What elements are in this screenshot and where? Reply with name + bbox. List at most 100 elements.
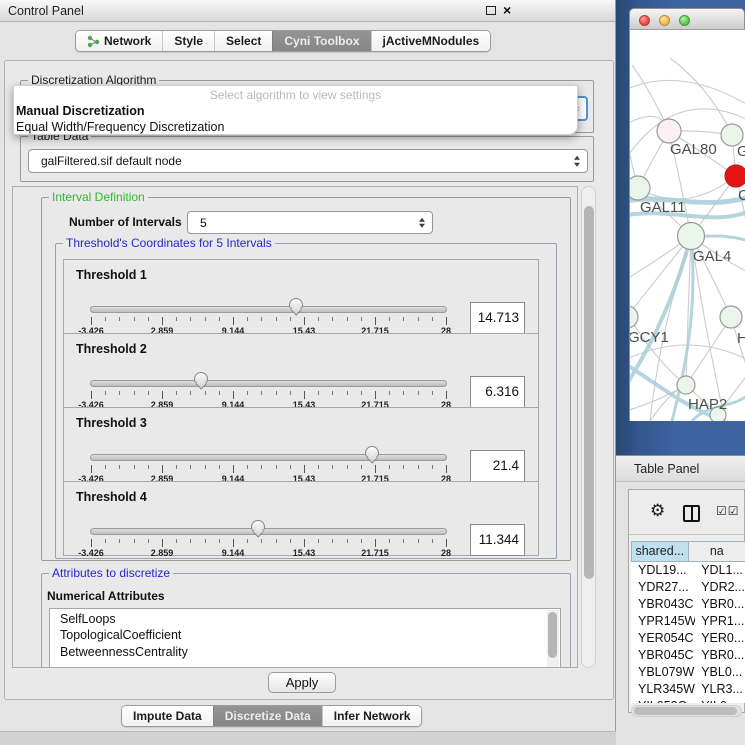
table-row[interactable]: YDL19...YDL1...	[631, 562, 745, 579]
tab-discretize-data[interactable]: Discretize Data	[213, 706, 322, 726]
table-data-combobox[interactable]: galFiltered.sif default node	[28, 149, 588, 173]
network-view-window: GAL80 GA C GAL11 GAL4 GCY1 H HAP2	[629, 8, 745, 421]
scrollbar-thumb[interactable]	[584, 206, 594, 579]
slider-tick-marks	[91, 465, 446, 474]
table-panel-titlebar: Table Panel	[616, 455, 745, 482]
threshold-slider-track[interactable]	[90, 380, 447, 387]
scrollbar-thumb[interactable]	[634, 707, 737, 715]
tab-style[interactable]: Style	[162, 31, 214, 51]
threshold-slider-track[interactable]	[90, 528, 447, 535]
threshold-slider-track[interactable]	[90, 306, 447, 313]
threshold-slider-thumb[interactable]	[251, 520, 265, 531]
combo-arrows-icon	[419, 217, 425, 228]
close-icon[interactable]: ×	[503, 2, 511, 18]
threshold-slider-thumb[interactable]	[365, 446, 379, 457]
table-panel-title: Table Panel	[634, 462, 699, 476]
numerical-attributes-label: Numerical Attributes	[47, 589, 165, 603]
float-window-icon[interactable]	[486, 6, 496, 15]
panel-vertical-scrollbar[interactable]	[581, 186, 596, 668]
interval-definition-title: Interval Definition	[49, 190, 148, 204]
slider-tick-marks	[91, 391, 446, 400]
algorithm-placeholder-option[interactable]: Select algorithm to view settings	[14, 88, 577, 103]
tab-jactivemnodules[interactable]: jActiveMNodules	[371, 31, 491, 51]
table-row[interactable]: YBR043CYBR0...	[631, 596, 745, 613]
node-label: GA	[737, 143, 745, 160]
panel-title: Control Panel	[8, 4, 84, 18]
node-gal80[interactable]	[657, 119, 681, 143]
table-header: shared... na	[631, 541, 745, 562]
columns-icon[interactable]	[683, 505, 700, 522]
threshold-value-field[interactable]: 6.316	[470, 376, 525, 408]
threshold-slider-track[interactable]	[90, 454, 447, 461]
node-selected-red[interactable]	[725, 165, 745, 187]
node-hap2[interactable]	[677, 376, 695, 394]
node-label: GAL11	[640, 199, 686, 216]
network-window-titlebar[interactable]	[629, 8, 745, 30]
algorithm-dropdown-popup: Select algorithm to view settings Manual…	[13, 85, 578, 135]
gear-icon[interactable]: ⚙	[650, 501, 665, 521]
table-row[interactable]: YBR045CYBR0...	[631, 647, 745, 664]
list-item[interactable]: TopologicalCoefficient	[50, 627, 560, 645]
tab-impute-data[interactable]: Impute Data	[122, 706, 213, 726]
list-scrollbar[interactable]	[547, 610, 559, 668]
tab-cyni-toolbox[interactable]: Cyni Toolbox	[272, 31, 370, 51]
threshold-row-4: Threshold 4 -3.4262.8599.14415.4321.7152…	[63, 481, 539, 556]
status-strip	[0, 731, 616, 745]
node-label: C	[738, 187, 745, 204]
threshold-value-field[interactable]: 21.4	[470, 450, 525, 482]
table-row[interactable]: YBL079WYBL0...	[631, 664, 745, 681]
node-gal4[interactable]	[678, 223, 705, 250]
control-panel: Control Panel × Network Style Select Cyn…	[0, 0, 616, 745]
control-panel-titlebar: Control Panel ×	[0, 0, 615, 22]
numerical-attributes-list: SelfLoops TopologicalCoefficient Between…	[49, 608, 561, 668]
threshold-slider-thumb[interactable]	[194, 372, 208, 383]
node-h[interactable]	[720, 306, 742, 328]
thresholds-group-title: Threshold's Coordinates for 5 Intervals	[63, 236, 275, 250]
column-header-name[interactable]: na	[689, 541, 745, 562]
tab-infer-network[interactable]: Infer Network	[322, 706, 422, 726]
node-gal11[interactable]	[630, 176, 650, 200]
threshold-row-1: Threshold 1 -3.4262.8599.14415.4321.7152…	[63, 259, 539, 334]
cyni-mode-tabs: Impute Data Discretize Data Infer Networ…	[121, 705, 422, 727]
node-gcy1[interactable]	[630, 306, 638, 328]
table-horizontal-scrollbar[interactable]	[631, 705, 742, 717]
table-panel-box: ⚙ ☑☑ shared... na YDL19...YDL1... YDR27.…	[628, 489, 745, 713]
select-columns-icon[interactable]: ☑☑	[716, 504, 740, 518]
control-panel-tabs: Network Style Select Cyni Toolbox jActiv…	[75, 30, 491, 52]
threshold-label: Threshold 2	[76, 342, 147, 356]
tab-network[interactable]: Network	[76, 31, 162, 51]
column-header-shared-name[interactable]: shared...	[631, 541, 689, 562]
list-item[interactable]: SelfLoops	[50, 609, 560, 627]
minimize-traffic-light[interactable]	[659, 15, 670, 26]
combo-arrows-icon	[574, 156, 580, 167]
zoom-traffic-light[interactable]	[679, 15, 690, 26]
threshold-value-field[interactable]: 14.713	[470, 302, 525, 334]
table-data-value: galFiltered.sif default node	[29, 154, 182, 168]
table-row[interactable]: YIL052CYIL0...	[631, 698, 745, 703]
algorithm-option-manual[interactable]: Manual Discretization	[14, 103, 577, 119]
close-traffic-light[interactable]	[639, 15, 650, 26]
table-row[interactable]: YDR27...YDR2...	[631, 579, 745, 596]
network-nodes[interactable]	[630, 119, 745, 421]
network-canvas[interactable]: GAL80 GA C GAL11 GAL4 GCY1 H HAP2	[629, 30, 745, 421]
threshold-row-3: Threshold 3 -3.4262.8599.14415.4321.7152…	[63, 407, 539, 482]
node-label: GAL4	[693, 248, 731, 265]
table-row[interactable]: YER054CYER0...	[631, 630, 745, 647]
threshold-slider-thumb[interactable]	[289, 298, 303, 309]
network-icon	[87, 35, 100, 48]
apply-button[interactable]: Apply	[268, 672, 336, 693]
application-root: Control Panel × Network Style Select Cyn…	[0, 0, 745, 745]
number-of-intervals-combobox[interactable]: 5	[187, 211, 433, 234]
threshold-value-field[interactable]: 11.344	[470, 524, 525, 556]
node-label: HAP2	[688, 396, 727, 413]
tab-select[interactable]: Select	[214, 31, 272, 51]
attributes-group-title: Attributes to discretize	[49, 566, 173, 580]
number-of-intervals-label: Number of Intervals	[69, 215, 182, 229]
algorithm-option-equal-width[interactable]: Equal Width/Frequency Discretization	[14, 119, 577, 135]
table-row[interactable]: YLR345WYLR3...	[631, 681, 745, 698]
slider-tick-marks	[91, 539, 446, 548]
slider-tick-marks	[91, 317, 446, 326]
table-panel-body: ⚙ ☑☑ shared... na YDL19...YDL1... YDR27.…	[616, 482, 745, 745]
table-row[interactable]: YPR145WYPR1...	[631, 613, 745, 630]
list-item[interactable]: BetweennessCentrality	[50, 644, 560, 662]
